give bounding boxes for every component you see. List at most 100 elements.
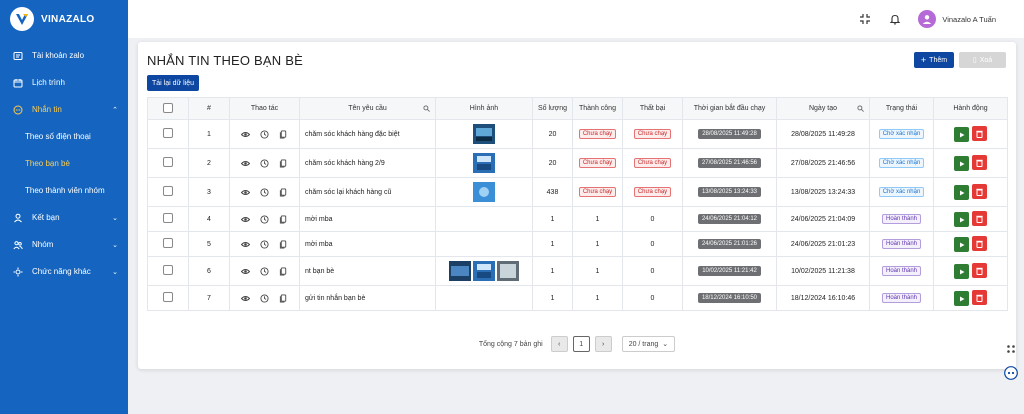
- search-icon[interactable]: [423, 105, 430, 112]
- table-row[interactable]: 6 nt bạn bè 1 1 0 10/02/2025 11:21:42 10/02/20…: [147, 256, 1008, 286]
- table-row[interactable]: 5 mời mba 1 1 0 24/06/2025 21:01:26 24/06/2025…: [147, 231, 1008, 257]
- table-row[interactable]: 7 gửi tin nhắn bạn bè 1 1 0 18/12/2024 16:10:…: [147, 285, 1008, 311]
- eye-icon[interactable]: [241, 240, 250, 249]
- history-icon[interactable]: [260, 293, 269, 303]
- chevron-down-icon: ⌄: [662, 341, 669, 348]
- user-name[interactable]: Vinazalo A Tuấn: [942, 15, 996, 24]
- history-icon[interactable]: [260, 266, 269, 276]
- header-select-all[interactable]: [147, 97, 189, 120]
- avatar[interactable]: [918, 10, 937, 28]
- eye-icon[interactable]: [241, 215, 250, 224]
- history-icon[interactable]: [260, 158, 269, 168]
- copy-icon[interactable]: [279, 158, 288, 168]
- prev-page-button[interactable]: ‹: [550, 336, 568, 352]
- row-select-cell[interactable]: [147, 206, 189, 232]
- table-row[interactable]: 1 chăm sóc khách hàng đặc biệt 20 Chưa chạy…: [147, 119, 1008, 149]
- delete-row-button[interactable]: [972, 184, 987, 199]
- copy-icon[interactable]: [279, 187, 288, 197]
- table-row[interactable]: 2 chăm sóc khách hàng 2/9 20 Chưa chạy Chưa …: [147, 148, 1008, 178]
- grid-menu-icon[interactable]: [1004, 342, 1018, 356]
- row-checkbox[interactable]: [163, 238, 173, 248]
- sidebar-item-zalo-accounts[interactable]: Tài khoản zalo: [0, 42, 128, 69]
- sidebar-item-add-friend[interactable]: Kết bạn ⌄: [0, 204, 128, 231]
- delete-button[interactable]: ▯ Xoá: [959, 52, 1006, 68]
- page-size-select[interactable]: 20 / trang ⌄: [621, 336, 676, 352]
- table-row[interactable]: 4 mời mba 1 1 0 24/06/2025 21:04:12 24/06/2025…: [147, 206, 1008, 232]
- copy-icon[interactable]: [279, 214, 288, 224]
- reload-data-button[interactable]: Tải lại dữ liệu: [147, 75, 200, 91]
- row-checkbox[interactable]: [163, 157, 173, 167]
- run-button[interactable]: [954, 291, 969, 306]
- fullscreen-icon[interactable]: [858, 12, 872, 26]
- history-icon[interactable]: [260, 214, 269, 224]
- run-button[interactable]: [954, 237, 969, 252]
- header-request-name[interactable]: Tên yêu cầu: [299, 97, 436, 120]
- delete-row-button[interactable]: [972, 126, 987, 141]
- delete-row-button[interactable]: [972, 236, 987, 251]
- header-failed: Thất bại: [622, 97, 683, 120]
- row-checkbox[interactable]: [163, 186, 173, 196]
- eye-icon[interactable]: [241, 188, 250, 197]
- row-checkbox[interactable]: [163, 213, 173, 223]
- add-button[interactable]: + Thêm: [914, 52, 954, 68]
- image-thumbnail[interactable]: [473, 261, 495, 281]
- row-images: [435, 285, 533, 311]
- row-checkbox[interactable]: [163, 292, 173, 302]
- row-start-time: 24/06/2025 21:01:26: [682, 231, 777, 257]
- sidebar-subitem-by-group-members[interactable]: Theo thành viên nhóm: [0, 177, 128, 204]
- row-failed: 0: [622, 256, 683, 286]
- row-select-cell[interactable]: [147, 256, 189, 286]
- table-row[interactable]: 3 chăm sóc lại khách hàng cũ 438 Chưa chạy C…: [147, 177, 1008, 207]
- eye-icon[interactable]: [241, 267, 250, 276]
- header-row-actions: Hành động: [933, 97, 1008, 120]
- history-icon[interactable]: [260, 239, 269, 249]
- eye-icon[interactable]: [241, 159, 250, 168]
- bell-icon[interactable]: [888, 12, 902, 26]
- eye-icon[interactable]: [241, 294, 250, 303]
- sidebar-subitem-by-phone[interactable]: Theo số điện thoại: [0, 123, 128, 150]
- image-thumbnail[interactable]: [473, 124, 495, 144]
- delete-row-button[interactable]: [972, 263, 987, 278]
- image-thumbnail[interactable]: [449, 261, 471, 281]
- sidebar-item-schedule[interactable]: Lịch trình: [0, 69, 128, 96]
- search-icon[interactable]: [857, 105, 864, 112]
- chatbot-icon[interactable]: [1004, 366, 1018, 380]
- row-failed: 0: [622, 206, 683, 232]
- delete-row-button[interactable]: [972, 155, 987, 170]
- copy-icon[interactable]: [279, 239, 288, 249]
- row-created-date: 28/08/2025 11:49:28: [776, 119, 870, 149]
- row-select-cell[interactable]: [147, 285, 189, 311]
- image-thumbnail[interactable]: [473, 182, 495, 202]
- select-all-checkbox[interactable]: [163, 102, 173, 113]
- delete-row-button[interactable]: [972, 290, 987, 305]
- copy-icon[interactable]: [279, 129, 288, 139]
- header-created-date[interactable]: Ngày tạo: [776, 97, 870, 120]
- row-select-cell[interactable]: [147, 177, 189, 207]
- brand[interactable]: VINAZALO: [0, 0, 128, 38]
- row-checkbox[interactable]: [163, 265, 173, 275]
- row-select-cell[interactable]: [147, 148, 189, 178]
- next-page-button[interactable]: ›: [594, 336, 612, 352]
- success-count: 1: [595, 267, 600, 275]
- run-button[interactable]: [954, 185, 969, 200]
- image-thumbnail[interactable]: [473, 153, 495, 173]
- run-button[interactable]: [954, 156, 969, 171]
- delete-row-button[interactable]: [972, 211, 987, 226]
- row-checkbox[interactable]: [163, 128, 173, 138]
- eye-icon[interactable]: [241, 130, 250, 139]
- run-button[interactable]: [954, 127, 969, 142]
- run-button[interactable]: [954, 212, 969, 227]
- sidebar-item-other-functions[interactable]: Chức năng khác ⌄: [0, 258, 128, 285]
- image-thumbnail[interactable]: [497, 261, 519, 281]
- sidebar-subitem-by-friends[interactable]: Theo bạn bè: [0, 150, 128, 177]
- copy-icon[interactable]: [279, 293, 288, 303]
- history-icon[interactable]: [260, 129, 269, 139]
- copy-icon[interactable]: [279, 266, 288, 276]
- sidebar-item-groups[interactable]: Nhóm ⌄: [0, 231, 128, 258]
- row-select-cell[interactable]: [147, 231, 189, 257]
- row-select-cell[interactable]: [147, 119, 189, 149]
- current-page[interactable]: 1: [572, 336, 590, 352]
- history-icon[interactable]: [260, 187, 269, 197]
- run-button[interactable]: [954, 264, 969, 279]
- sidebar-item-messaging[interactable]: Nhắn tin ⌃: [0, 96, 128, 123]
